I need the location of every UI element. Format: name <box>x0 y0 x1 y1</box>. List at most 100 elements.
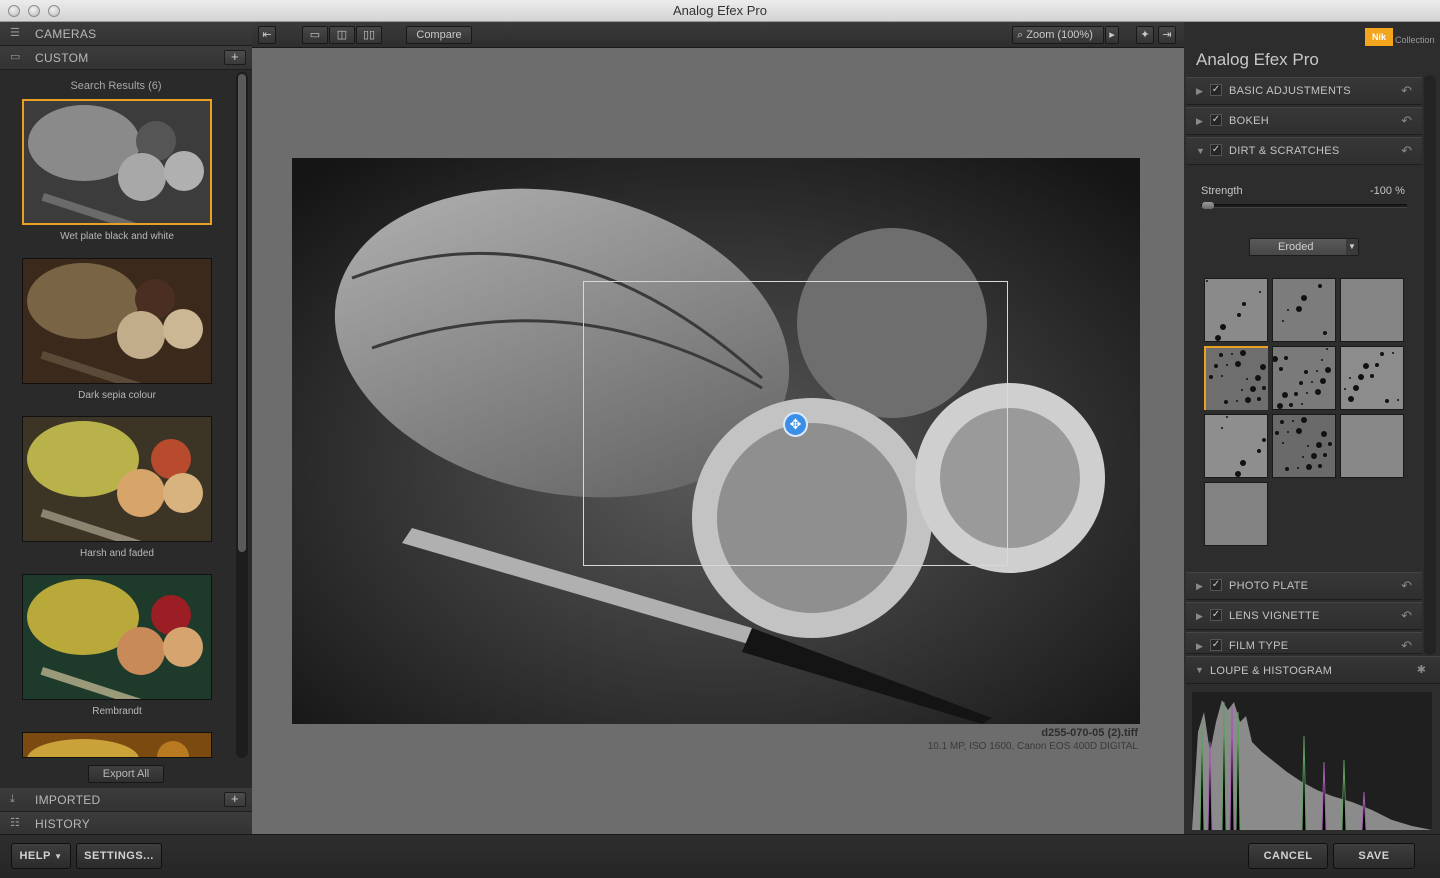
enable-checkbox[interactable]: ✓ <box>1210 639 1222 651</box>
histogram <box>1192 692 1432 831</box>
cameras-section-header[interactable]: ☰ CAMERAS <box>0 22 252 46</box>
enable-checkbox[interactable]: ✓ <box>1210 114 1222 126</box>
texture-swatch[interactable] <box>1204 482 1268 546</box>
chevron-down-icon[interactable]: ▼ <box>1196 146 1205 156</box>
dropdown-value: Eroded <box>1278 241 1314 253</box>
chevron-right-icon[interactable]: ▶ <box>1196 581 1203 592</box>
collection-label: Collection <box>1395 35 1435 45</box>
chevron-right-icon[interactable]: ▶ <box>1196 116 1203 127</box>
enable-checkbox[interactable]: ✓ <box>1210 609 1222 621</box>
preset-item[interactable]: Dark sepia colour <box>22 258 212 401</box>
enable-checkbox[interactable]: ✓ <box>1210 579 1222 591</box>
panel-right-icon: ⇥ <box>1162 29 1172 41</box>
texture-swatch[interactable] <box>1272 346 1336 410</box>
file-name: d255-070-05 (2).tiff <box>1041 727 1138 739</box>
strength-value: -100 % <box>1370 185 1405 197</box>
loupe-label: LOUPE & HISTOGRAM <box>1210 665 1333 677</box>
enable-checkbox[interactable]: ✓ <box>1210 84 1222 96</box>
toggle-left-panel-button[interactable]: ⇤ <box>258 26 276 44</box>
texture-swatch[interactable] <box>1340 414 1404 478</box>
bulb-icon: ✦ <box>1140 29 1150 41</box>
background-toggle-button[interactable]: ✦ <box>1136 26 1154 44</box>
section-label: BOKEH <box>1229 115 1270 127</box>
preset-label: Harsh and faded <box>80 548 154 559</box>
chevron-right-icon[interactable]: ▶ <box>1196 86 1203 97</box>
preset-item[interactable]: Wet plate black and white <box>22 99 212 242</box>
history-section-header[interactable]: ☷ HISTORY <box>0 812 252 836</box>
preset-item[interactable]: Rembrandt <box>22 574 212 717</box>
export-all-button[interactable]: Export All <box>88 765 164 783</box>
preset-label: Dark sepia colour <box>78 390 156 401</box>
texture-swatch[interactable] <box>1272 414 1336 478</box>
section-dirt-scratches[interactable]: ▼ ✓ DIRT & SCRATCHES ↶ <box>1186 137 1422 165</box>
section-lens-vignette[interactable]: ▶ ✓ LENS VIGNETTE ↶ <box>1186 602 1422 630</box>
chevron-right-icon: ▸ <box>1109 29 1115 41</box>
settings-button[interactable]: SETTINGS... <box>76 843 162 869</box>
preset-thumbnail <box>22 574 212 700</box>
chevron-right-icon[interactable]: ▶ <box>1196 611 1203 622</box>
save-button[interactable]: SAVE <box>1333 843 1415 869</box>
preset-label: Wet plate black and white <box>60 231 174 242</box>
section-photo-plate[interactable]: ▶ ✓ PHOTO PLATE ↶ <box>1186 572 1422 600</box>
compare-button[interactable]: Compare <box>406 26 472 44</box>
section-bokeh[interactable]: ▶ ✓ BOKEH ↶ <box>1186 107 1422 135</box>
help-label: HELP <box>19 850 51 862</box>
single-view-button[interactable]: ▭ <box>302 26 328 44</box>
texture-swatch[interactable] <box>1204 278 1268 342</box>
texture-swatch[interactable] <box>1340 346 1404 410</box>
texture-swatch[interactable] <box>1340 278 1404 342</box>
presets-scroll-thumb[interactable] <box>238 74 246 552</box>
search-icon: ⌕ <box>1017 29 1024 41</box>
chevron-down-icon: ▼ <box>1346 239 1358 255</box>
preset-thumbnail <box>22 258 212 384</box>
cameras-label: CAMERAS <box>35 27 97 41</box>
pin-icon[interactable]: ✱ <box>1417 663 1426 676</box>
move-handle-icon[interactable]: ✥ <box>783 412 808 437</box>
toggle-right-panel-button[interactable]: ⇥ <box>1158 26 1176 44</box>
loupe-histogram-header[interactable]: ▼ LOUPE & HISTOGRAM ✱ <box>1186 656 1440 684</box>
reset-icon[interactable]: ↶ <box>1401 83 1412 99</box>
section-label: LENS VIGNETTE <box>1229 610 1320 622</box>
reset-icon[interactable]: ↶ <box>1401 608 1412 624</box>
strength-slider-handle[interactable] <box>1202 202 1214 209</box>
texture-swatch[interactable] <box>1204 346 1268 410</box>
add-imported-button[interactable]: + <box>224 792 246 807</box>
texture-swatch[interactable] <box>1272 278 1336 342</box>
title-bar: Analog Efex Pro <box>0 0 1440 22</box>
preview-toolbar: ⇤ ▭ ◫ ▯▯ Compare ⌕ Zoom (100%) ▸ ✦ ⇥ <box>252 22 1184 48</box>
split-view-icon: ◫ <box>336 29 348 41</box>
split-view-button[interactable]: ◫ <box>329 26 355 44</box>
list-icon: ☰ <box>10 27 21 39</box>
texture-swatch[interactable] <box>1204 414 1268 478</box>
strength-label: Strength <box>1201 185 1243 197</box>
section-film-type[interactable]: ▶ ✓ FILM TYPE ↶ <box>1186 632 1422 654</box>
reset-icon[interactable]: ↶ <box>1401 578 1412 594</box>
chevron-right-icon[interactable]: ▶ <box>1196 641 1203 652</box>
single-view-icon: ▭ <box>309 29 321 41</box>
file-info: 10.1 MP, ISO 1600, Canon EOS 400D DIGITA… <box>927 741 1138 752</box>
add-custom-button[interactable]: + <box>224 50 246 65</box>
preset-thumbnail <box>22 416 212 542</box>
preset-item[interactable] <box>22 732 212 758</box>
texture-type-dropdown[interactable]: Eroded ▼ <box>1249 238 1359 256</box>
reset-icon[interactable]: ↶ <box>1401 143 1412 159</box>
panel-title: Analog Efex Pro <box>1196 50 1319 69</box>
zoom-arrow-button[interactable]: ▸ <box>1105 26 1119 44</box>
side-by-side-button[interactable]: ▯▯ <box>356 26 382 44</box>
zoom-dropdown[interactable]: ⌕ Zoom (100%) <box>1012 26 1104 44</box>
chevron-down-icon[interactable]: ▼ <box>1195 665 1204 675</box>
preset-item[interactable]: Harsh and faded <box>22 416 212 559</box>
imported-section-header[interactable]: ⤓ IMPORTED + <box>0 788 252 812</box>
custom-section-header[interactable]: ▭ CUSTOM + <box>0 46 252 70</box>
adjustments-scrollbar[interactable] <box>1424 75 1436 655</box>
section-basic-adjustments[interactable]: ▶ ✓ BASIC ADJUSTMENTS ↶ <box>1186 77 1422 105</box>
enable-checkbox[interactable]: ✓ <box>1210 144 1222 156</box>
zoom-label: Zoom (100%) <box>1026 29 1093 41</box>
preset-label: Rembrandt <box>92 706 142 717</box>
reset-icon[interactable]: ↶ <box>1401 638 1412 654</box>
cancel-button[interactable]: CANCEL <box>1248 843 1328 869</box>
custom-label: CUSTOM <box>35 51 89 65</box>
help-button[interactable]: HELP ▼ <box>11 843 71 869</box>
reset-icon[interactable]: ↶ <box>1401 113 1412 129</box>
strength-slider[interactable] <box>1201 204 1407 208</box>
